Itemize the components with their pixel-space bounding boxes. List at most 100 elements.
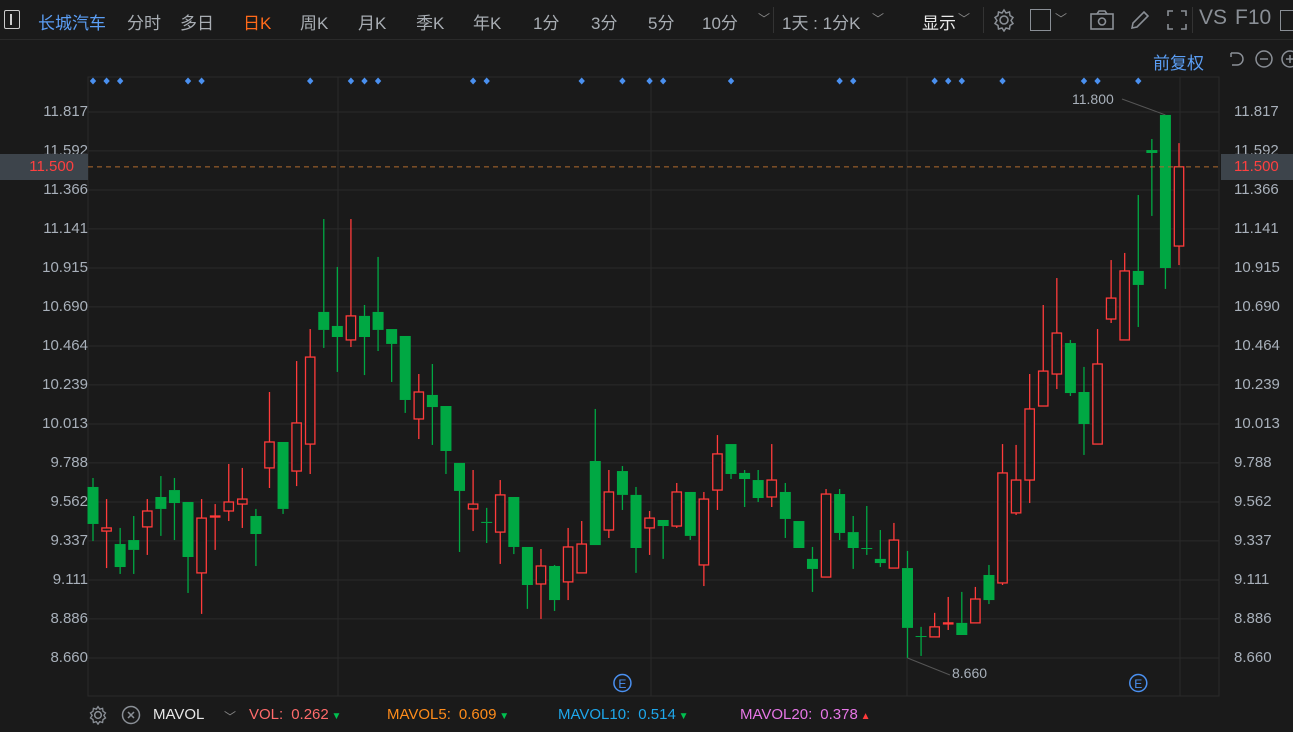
candle[interactable]: [535, 549, 547, 619]
candle[interactable]: [589, 408, 601, 546]
chevron-down-icon[interactable]: ﹀: [224, 708, 236, 725]
candle[interactable]: [1024, 374, 1036, 504]
candle[interactable]: [1159, 114, 1171, 289]
candle[interactable]: [399, 335, 411, 413]
candle[interactable]: [725, 444, 737, 479]
candle[interactable]: [291, 361, 302, 487]
candle[interactable]: [549, 564, 561, 611]
signal-dot-icon[interactable]: [184, 77, 192, 85]
candle[interactable]: [426, 363, 438, 445]
candle[interactable]: [1051, 278, 1063, 390]
candle[interactable]: [603, 470, 615, 538]
candle[interactable]: [168, 477, 180, 541]
signal-dot-icon[interactable]: [727, 77, 735, 85]
candle[interactable]: [915, 626, 927, 656]
candle[interactable]: [888, 522, 900, 569]
candle[interactable]: [942, 596, 954, 630]
signal-dot-icon[interactable]: [945, 77, 952, 85]
candle[interactable]: [87, 477, 99, 542]
candle[interactable]: [1010, 444, 1022, 515]
candle[interactable]: [1037, 305, 1049, 407]
signal-dot-icon[interactable]: [116, 77, 124, 85]
candle[interactable]: [712, 435, 723, 510]
candle[interactable]: [359, 305, 370, 376]
candle[interactable]: [467, 470, 479, 532]
candle[interactable]: [793, 521, 805, 549]
candle[interactable]: [196, 499, 207, 614]
signal-dot-icon[interactable]: [578, 77, 585, 85]
candle[interactable]: [684, 491, 696, 541]
candle[interactable]: [236, 467, 248, 528]
candle[interactable]: [318, 219, 330, 348]
candle[interactable]: [101, 499, 112, 569]
candle[interactable]: [698, 491, 710, 587]
candle[interactable]: [209, 504, 221, 550]
candle[interactable]: [264, 392, 275, 488]
candle[interactable]: [508, 496, 520, 555]
signal-dot-icon[interactable]: [999, 77, 1006, 85]
signal-dot-icon[interactable]: [1094, 77, 1101, 85]
candle[interactable]: [929, 612, 941, 638]
candle[interactable]: [657, 519, 669, 559]
signal-dot-icon[interactable]: [619, 77, 626, 85]
signal-dot-icon[interactable]: [646, 77, 653, 85]
candle[interactable]: [1105, 260, 1117, 323]
gear-icon[interactable]: [88, 705, 108, 725]
candle[interactable]: [277, 441, 289, 514]
candle[interactable]: [331, 266, 343, 372]
candle[interactable]: [155, 476, 167, 536]
event-marker-icon[interactable]: E: [1129, 673, 1148, 693]
signal-dot-icon[interactable]: [374, 77, 382, 85]
candle[interactable]: [671, 482, 683, 528]
candle[interactable]: [874, 530, 886, 568]
close-circle-icon[interactable]: [121, 705, 141, 725]
signal-dot-icon[interactable]: [1080, 77, 1088, 85]
candle[interactable]: [956, 591, 968, 635]
signal-dot-icon[interactable]: [958, 77, 965, 85]
candle[interactable]: [141, 499, 153, 555]
indicator-name[interactable]: MAVOL: [153, 706, 204, 723]
candle[interactable]: [644, 510, 655, 555]
candle[interactable]: [766, 444, 778, 508]
candle[interactable]: [182, 502, 194, 593]
candle[interactable]: [345, 219, 357, 348]
candle[interactable]: [454, 462, 466, 552]
signal-dot-icon[interactable]: [89, 77, 97, 85]
signal-dot-icon[interactable]: [307, 77, 314, 85]
candle[interactable]: [806, 546, 818, 592]
candle[interactable]: [1173, 143, 1185, 266]
signal-dot-icon[interactable]: [659, 77, 667, 85]
signal-dot-icon[interactable]: [361, 77, 368, 85]
candle[interactable]: [616, 466, 628, 510]
signal-dot-icon[interactable]: [198, 77, 205, 85]
signal-dot-icon[interactable]: [347, 77, 355, 85]
candle[interactable]: [779, 482, 791, 538]
candle[interactable]: [562, 527, 574, 601]
candle[interactable]: [820, 489, 832, 578]
signal-dot-icon[interactable]: [103, 77, 110, 85]
candle[interactable]: [630, 486, 642, 573]
candle[interactable]: [481, 507, 493, 543]
candle[interactable]: [739, 470, 751, 508]
candle[interactable]: [386, 329, 398, 382]
candle[interactable]: [834, 489, 846, 541]
candle[interactable]: [1078, 366, 1090, 455]
signal-dot-icon[interactable]: [1135, 77, 1142, 85]
candle[interactable]: [223, 463, 235, 522]
candle[interactable]: [128, 516, 140, 574]
candle[interactable]: [304, 329, 316, 474]
candle[interactable]: [494, 480, 506, 564]
candle[interactable]: [983, 564, 995, 605]
candle[interactable]: [521, 546, 533, 609]
candle[interactable]: [1064, 339, 1076, 396]
candle[interactable]: [372, 256, 384, 352]
candle[interactable]: [114, 527, 126, 574]
candle[interactable]: [1146, 138, 1158, 216]
candle[interactable]: [576, 521, 588, 574]
signal-dot-icon[interactable]: [850, 77, 857, 85]
signal-dot-icon[interactable]: [483, 77, 490, 85]
candle[interactable]: [861, 505, 873, 555]
candle[interactable]: [440, 406, 452, 474]
candle[interactable]: [1119, 252, 1131, 341]
event-marker-icon[interactable]: E: [613, 673, 632, 693]
